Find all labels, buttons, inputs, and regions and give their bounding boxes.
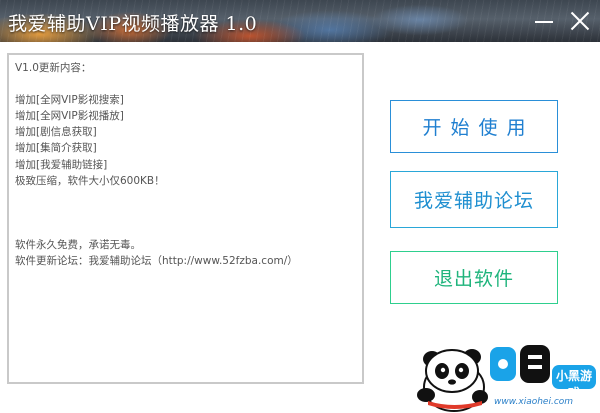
close-button[interactable] bbox=[567, 8, 593, 34]
changelog-line: 软件永久免费，承诺无毒。 bbox=[15, 239, 141, 252]
changelog-line: 极致压缩，软件大小仅600KB！ bbox=[15, 174, 165, 187]
minimize-button[interactable] bbox=[531, 8, 557, 34]
changelog-textbox[interactable]: V1.0更新内容： 增加[全网VIP影视搜索] 增加[全网VIP影视播放] 增加… bbox=[7, 53, 364, 384]
forum-button[interactable]: 我爱辅助论坛 bbox=[390, 171, 558, 228]
window-title: 我爱辅助VIP视频播放器 1.0 bbox=[8, 13, 258, 35]
watermark-brand: 小黑游戏 bbox=[555, 369, 592, 400]
changelog-line: 增加[全网VIP影视搜索] bbox=[15, 94, 124, 107]
changelog-line bbox=[15, 221, 356, 237]
changelog-line bbox=[15, 189, 356, 205]
changelog-line bbox=[15, 205, 356, 221]
changelog-line: 软件更新论坛：我爱辅助论坛（http://www.52fzba.com/） bbox=[15, 255, 298, 268]
changelog-line: 增加[集简介获取] bbox=[15, 142, 97, 155]
exit-button[interactable]: 退出软件 bbox=[390, 251, 558, 304]
changelog-line bbox=[15, 76, 356, 92]
start-button[interactable]: 开始使用 bbox=[390, 100, 558, 153]
changelog-line: 增加[我爱辅助链接] bbox=[15, 158, 108, 171]
changelog-line: 增加[全网VIP影视播放] bbox=[15, 110, 124, 123]
changelog-line: 增加[剧信息获取] bbox=[15, 126, 97, 139]
title-bar: 我爱辅助VIP视频播放器 1.0 bbox=[0, 0, 600, 42]
changelog-line: V1.0更新内容： bbox=[15, 62, 92, 74]
minimize-icon bbox=[535, 21, 553, 23]
watermark-url: www.xiaohei.com bbox=[494, 397, 574, 407]
watermark-logo: 小黑游戏 www.xiaohei.com bbox=[402, 335, 600, 413]
